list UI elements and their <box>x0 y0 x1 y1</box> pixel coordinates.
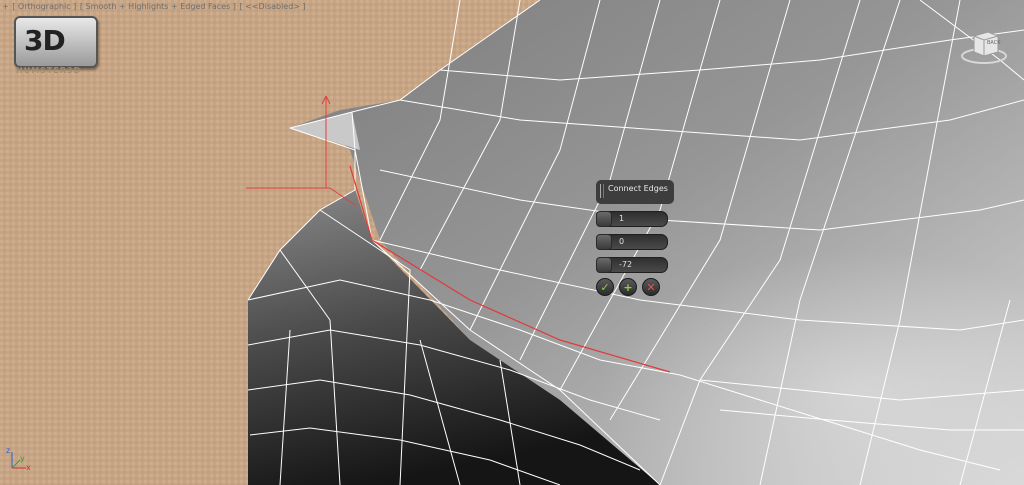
slide-row: -72 <box>596 257 674 273</box>
apply-button[interactable]: + <box>619 278 637 296</box>
viewcube-icon[interactable]: BACK <box>958 26 1010 66</box>
viewport-label[interactable]: + [ Orthographic ] [ Smooth + Highlights… <box>2 2 307 11</box>
slide-icon <box>596 257 612 273</box>
connect-edges-caddy[interactable]: Connect Edges 1 0 -72 ✓ + ✕ <box>596 180 674 296</box>
logo-badge-text: 3D <box>24 24 66 57</box>
axis-tripod-icon: x y z <box>4 446 34 476</box>
cancel-x-icon: ✕ <box>646 280 656 294</box>
slide-field[interactable]: -72 <box>608 257 668 273</box>
ok-button[interactable]: ✓ <box>596 278 614 296</box>
viewport-status[interactable]: [ <<Disabled> ] <box>239 2 305 11</box>
axis-y-label: y <box>20 454 25 463</box>
3d-viewport[interactable]: + [ Orthographic ] [ Smooth + Highlights… <box>0 0 1024 485</box>
caddy-title: Connect Edges <box>608 184 668 193</box>
viewport-shading-menu[interactable]: [ Smooth + Highlights + Edged Faces ] <box>80 2 236 11</box>
viewcube-face-label: BACK <box>987 40 1001 46</box>
axis-x-label: x <box>26 463 31 472</box>
caddy-buttons: ✓ + ✕ <box>596 278 674 296</box>
segments-icon <box>596 211 612 227</box>
apply-plus-icon: + <box>623 280 633 294</box>
ok-checkmark-icon: ✓ <box>600 280 610 294</box>
viewport-view-menu[interactable]: [ Orthographic ] <box>12 2 76 11</box>
pinch-icon <box>596 234 612 250</box>
segments-row: 1 <box>596 211 674 227</box>
caddy-title-bar[interactable]: Connect Edges <box>596 180 674 204</box>
pinch-row: 0 <box>596 234 674 250</box>
axis-z-label: z <box>6 446 11 455</box>
pinch-field[interactable]: 0 <box>608 234 668 250</box>
logo-subtitle: HUMSTER3D <box>16 66 82 75</box>
logo-badge: 3D <box>14 16 98 68</box>
segments-field[interactable]: 1 <box>608 211 668 227</box>
cancel-button[interactable]: ✕ <box>642 278 660 296</box>
drag-grip-icon[interactable] <box>600 184 604 198</box>
humster3d-watermark: 3D HUMSTER3D <box>14 16 98 75</box>
mesh-render[interactable] <box>0 0 1024 485</box>
viewport-menu-plus[interactable]: + <box>2 2 9 11</box>
